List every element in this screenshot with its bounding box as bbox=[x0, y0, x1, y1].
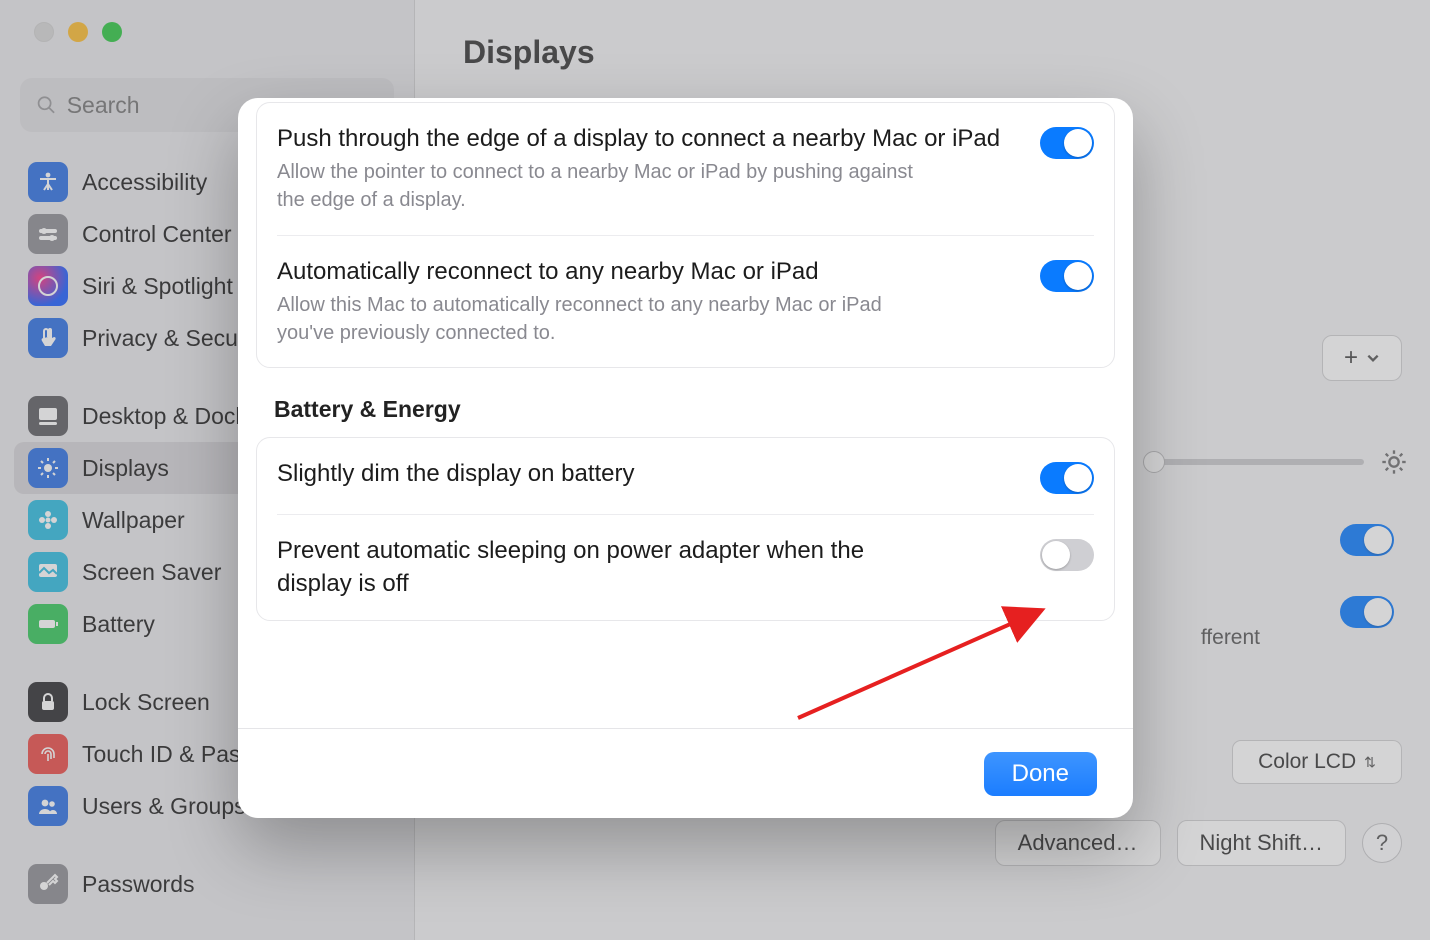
setting-title: Slightly dim the display on battery bbox=[277, 458, 1016, 490]
setting-row-dim-battery: Slightly dim the display on battery bbox=[277, 438, 1094, 514]
setting-desc: Allow this Mac to automatically reconnec… bbox=[277, 292, 927, 347]
section-label-energy: Battery & Energy bbox=[274, 396, 1117, 423]
modal-footer: Done bbox=[238, 728, 1133, 818]
toggle-dim-battery[interactable] bbox=[1040, 462, 1094, 494]
battery-energy-group: Slightly dim the display on battery Prev… bbox=[256, 437, 1115, 621]
setting-desc: Allow the pointer to connect to a nearby… bbox=[277, 159, 927, 214]
setting-title: Automatically reconnect to any nearby Ma… bbox=[277, 256, 1016, 288]
toggle-push-edge[interactable] bbox=[1040, 127, 1094, 159]
done-button[interactable]: Done bbox=[984, 752, 1097, 796]
toggle-auto-reconnect[interactable] bbox=[1040, 260, 1094, 292]
setting-row-prevent-sleep: Prevent automatic sleeping on power adap… bbox=[277, 514, 1094, 620]
setting-row-push-edge: Push through the edge of a display to co… bbox=[277, 103, 1094, 235]
setting-row-auto-reconnect: Automatically reconnect to any nearby Ma… bbox=[277, 235, 1094, 368]
toggle-prevent-sleep[interactable] bbox=[1040, 539, 1094, 571]
advanced-displays-sheet: Push through the edge of a display to co… bbox=[238, 98, 1133, 818]
setting-title: Prevent automatic sleeping on power adap… bbox=[277, 535, 917, 600]
modal-body: Push through the edge of a display to co… bbox=[238, 98, 1133, 728]
universal-control-group: Push through the edge of a display to co… bbox=[256, 102, 1115, 368]
setting-title: Push through the edge of a display to co… bbox=[277, 123, 1016, 155]
